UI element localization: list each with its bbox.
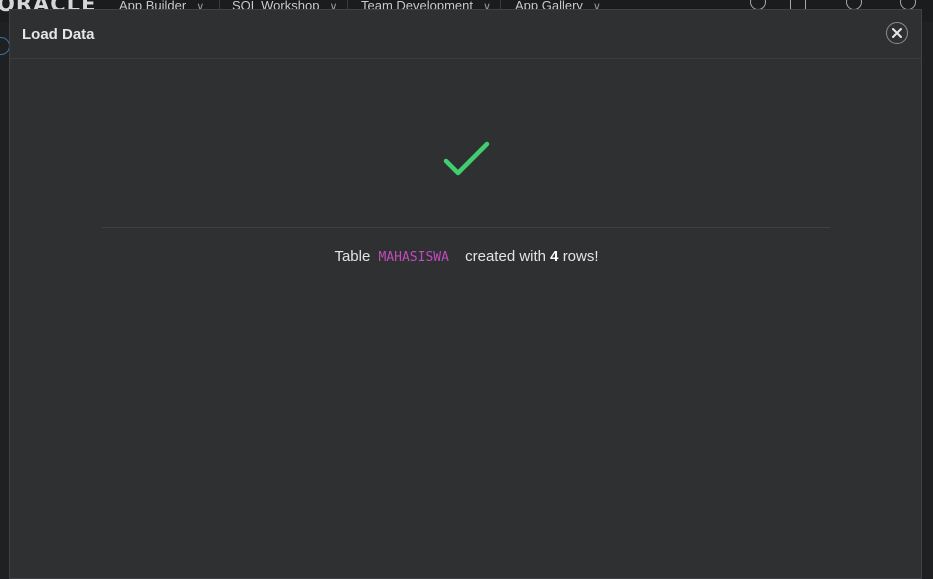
dialog-header: Load Data — [10, 10, 921, 59]
load-data-dialog: Load Data Table MAHASISWA created with 4… — [9, 9, 922, 579]
message-suffix: rows! — [562, 248, 599, 265]
row-count: 4 — [550, 248, 559, 265]
close-icon[interactable] — [892, 28, 902, 38]
checkmark-icon — [443, 141, 490, 176]
divider — [102, 227, 830, 228]
success-message: Table MAHASISWA created with 4 rows! — [10, 248, 923, 265]
message-middle: created with — [465, 248, 546, 265]
dialog-title: Load Data — [22, 26, 95, 43]
close-button[interactable] — [886, 22, 908, 44]
table-name: MAHASISWA — [378, 250, 449, 265]
message-prefix: Table — [334, 248, 371, 265]
